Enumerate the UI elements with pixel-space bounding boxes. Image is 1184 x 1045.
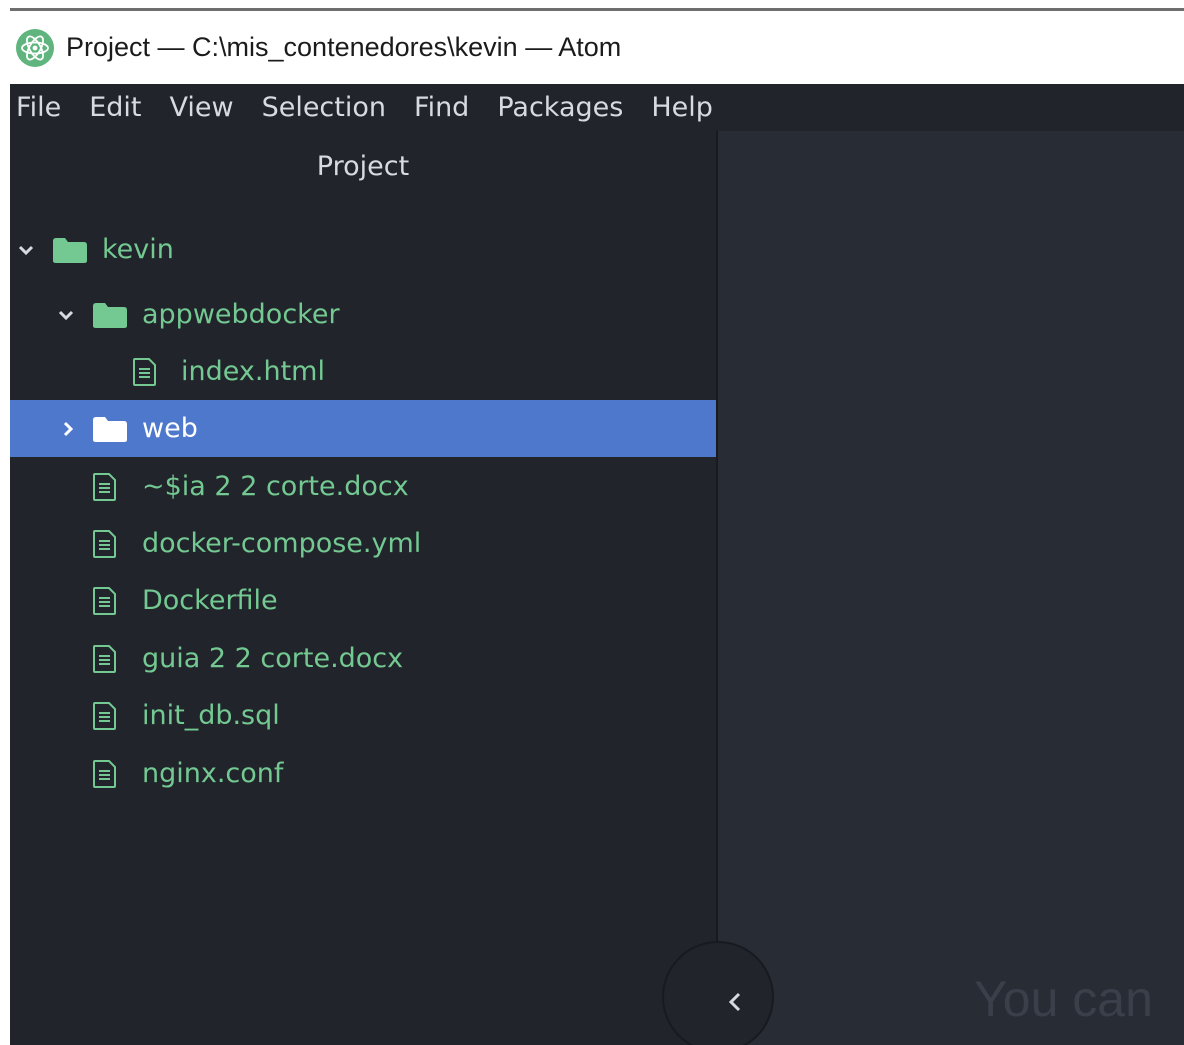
menu-selection[interactable]: Selection bbox=[248, 84, 400, 131]
window-title: Project — C:\mis_contenedores\kevin — At… bbox=[66, 32, 622, 62]
menu-bar: File Edit View Selection Find Packages H… bbox=[10, 84, 1184, 131]
tree-item-appwebdocker[interactable]: appwebdocker bbox=[10, 286, 716, 343]
file-text-icon bbox=[93, 586, 116, 615]
title-bar: Project — C:\mis_contenedores\kevin — At… bbox=[10, 11, 1184, 84]
tree-item-dockerfile[interactable]: Dockerfile bbox=[10, 572, 716, 629]
editor-hint-text: You can bbox=[974, 971, 1153, 1027]
file-text-icon bbox=[93, 644, 116, 673]
tree-item-init-db-sql[interactable]: init_db.sql bbox=[10, 687, 716, 744]
menu-help[interactable]: Help bbox=[637, 84, 727, 131]
chevron-down-icon[interactable] bbox=[16, 240, 36, 260]
tree-view-panel: Project kevin appwebdocker index.html we… bbox=[10, 131, 716, 1045]
menu-edit[interactable]: Edit bbox=[75, 84, 155, 131]
atom-window: Project — C:\mis_contenedores\kevin — At… bbox=[10, 8, 1184, 1045]
tree-item-label: init_db.sql bbox=[142, 700, 280, 731]
tree-item-label: guia 2 2 corte.docx bbox=[142, 643, 404, 674]
tree-item-index-html[interactable]: index.html bbox=[10, 343, 716, 400]
tree-item-label: index.html bbox=[181, 356, 325, 387]
atom-logo-icon bbox=[16, 28, 54, 67]
tree-item-label: kevin bbox=[102, 234, 174, 265]
file-text-icon bbox=[133, 357, 156, 386]
tree-view-header: Project bbox=[316, 151, 410, 182]
tree-item-label: docker-compose.yml bbox=[142, 528, 422, 559]
file-text-icon bbox=[93, 472, 116, 501]
file-text-icon bbox=[93, 701, 116, 730]
tree-item-kevin[interactable]: kevin bbox=[10, 221, 716, 278]
menu-file[interactable]: File bbox=[10, 84, 75, 131]
tree-item-label: nginx.conf bbox=[142, 758, 284, 789]
tree-item-temp-docx[interactable]: ~$ia 2 2 corte.docx bbox=[10, 458, 716, 515]
chevron-left-icon[interactable] bbox=[724, 991, 746, 1013]
tree-item-docker-compose[interactable]: docker-compose.yml bbox=[10, 515, 716, 572]
tree-item-label: web bbox=[142, 413, 198, 444]
dock-toggle-button[interactable] bbox=[662, 941, 774, 1045]
folder-icon bbox=[93, 302, 127, 328]
folder-icon bbox=[53, 237, 87, 263]
chevron-right-icon[interactable] bbox=[58, 419, 78, 439]
tree-item-nginx-conf[interactable]: nginx.conf bbox=[10, 745, 716, 802]
tree-item-label: ~$ia 2 2 corte.docx bbox=[142, 471, 409, 502]
folder-icon bbox=[93, 416, 127, 442]
menu-find[interactable]: Find bbox=[400, 84, 483, 131]
menu-packages[interactable]: Packages bbox=[483, 84, 637, 131]
tree-item-label: Dockerfile bbox=[142, 585, 278, 616]
file-text-icon bbox=[93, 759, 116, 788]
chevron-down-icon[interactable] bbox=[56, 305, 76, 325]
editor-pane[interactable] bbox=[718, 131, 1184, 1045]
tree-item-guia-docx[interactable]: guia 2 2 corte.docx bbox=[10, 630, 716, 687]
menu-view[interactable]: View bbox=[155, 84, 247, 131]
tree-item-label: appwebdocker bbox=[142, 299, 340, 330]
file-text-icon bbox=[93, 529, 116, 558]
tree-item-web[interactable]: web bbox=[10, 400, 716, 457]
